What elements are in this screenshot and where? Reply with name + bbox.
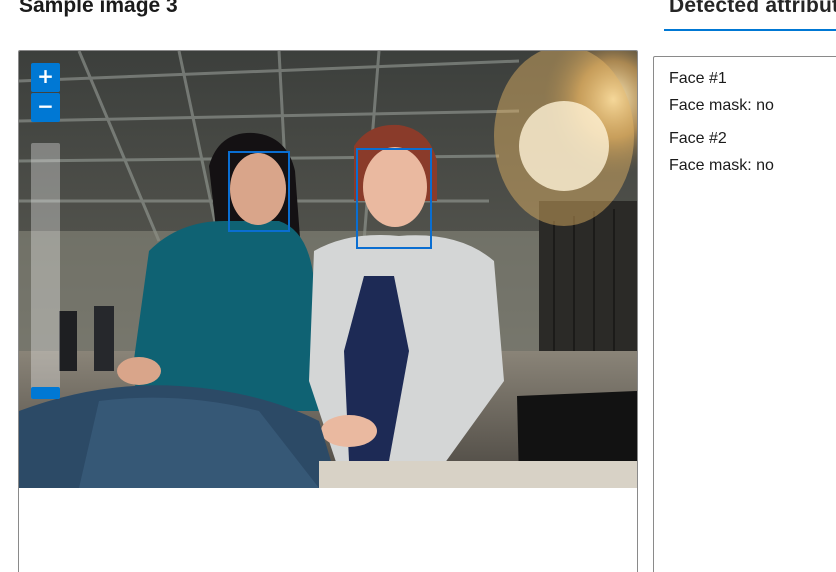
face-box-1: [228, 151, 290, 232]
face-mask-value: Face mask: no: [669, 157, 774, 174]
face-result: Face #1 Face mask: no: [669, 65, 836, 119]
zoom-slider[interactable]: [31, 143, 60, 399]
face-box-2: [356, 148, 432, 249]
image-viewer[interactable]: + −: [18, 50, 638, 572]
sample-title: Sample image 3: [19, 0, 178, 17]
face-title: Face #2: [669, 130, 727, 147]
tab-active-indicator: [664, 29, 836, 31]
face-result: Face #2 Face mask: no: [669, 125, 836, 179]
zoom-in-button[interactable]: +: [31, 63, 60, 92]
tab-detected-attributes[interactable]: Detected attributes: [669, 0, 836, 18]
detected-attributes-panel: Face #1 Face mask: no Face #2 Face mask:…: [653, 56, 836, 572]
face-title: Face #1: [669, 70, 727, 87]
zoom-slider-thumb[interactable]: [31, 387, 60, 399]
sample-photo: [19, 51, 637, 488]
zoom-out-button[interactable]: −: [31, 93, 60, 122]
face-mask-value: Face mask: no: [669, 97, 774, 114]
